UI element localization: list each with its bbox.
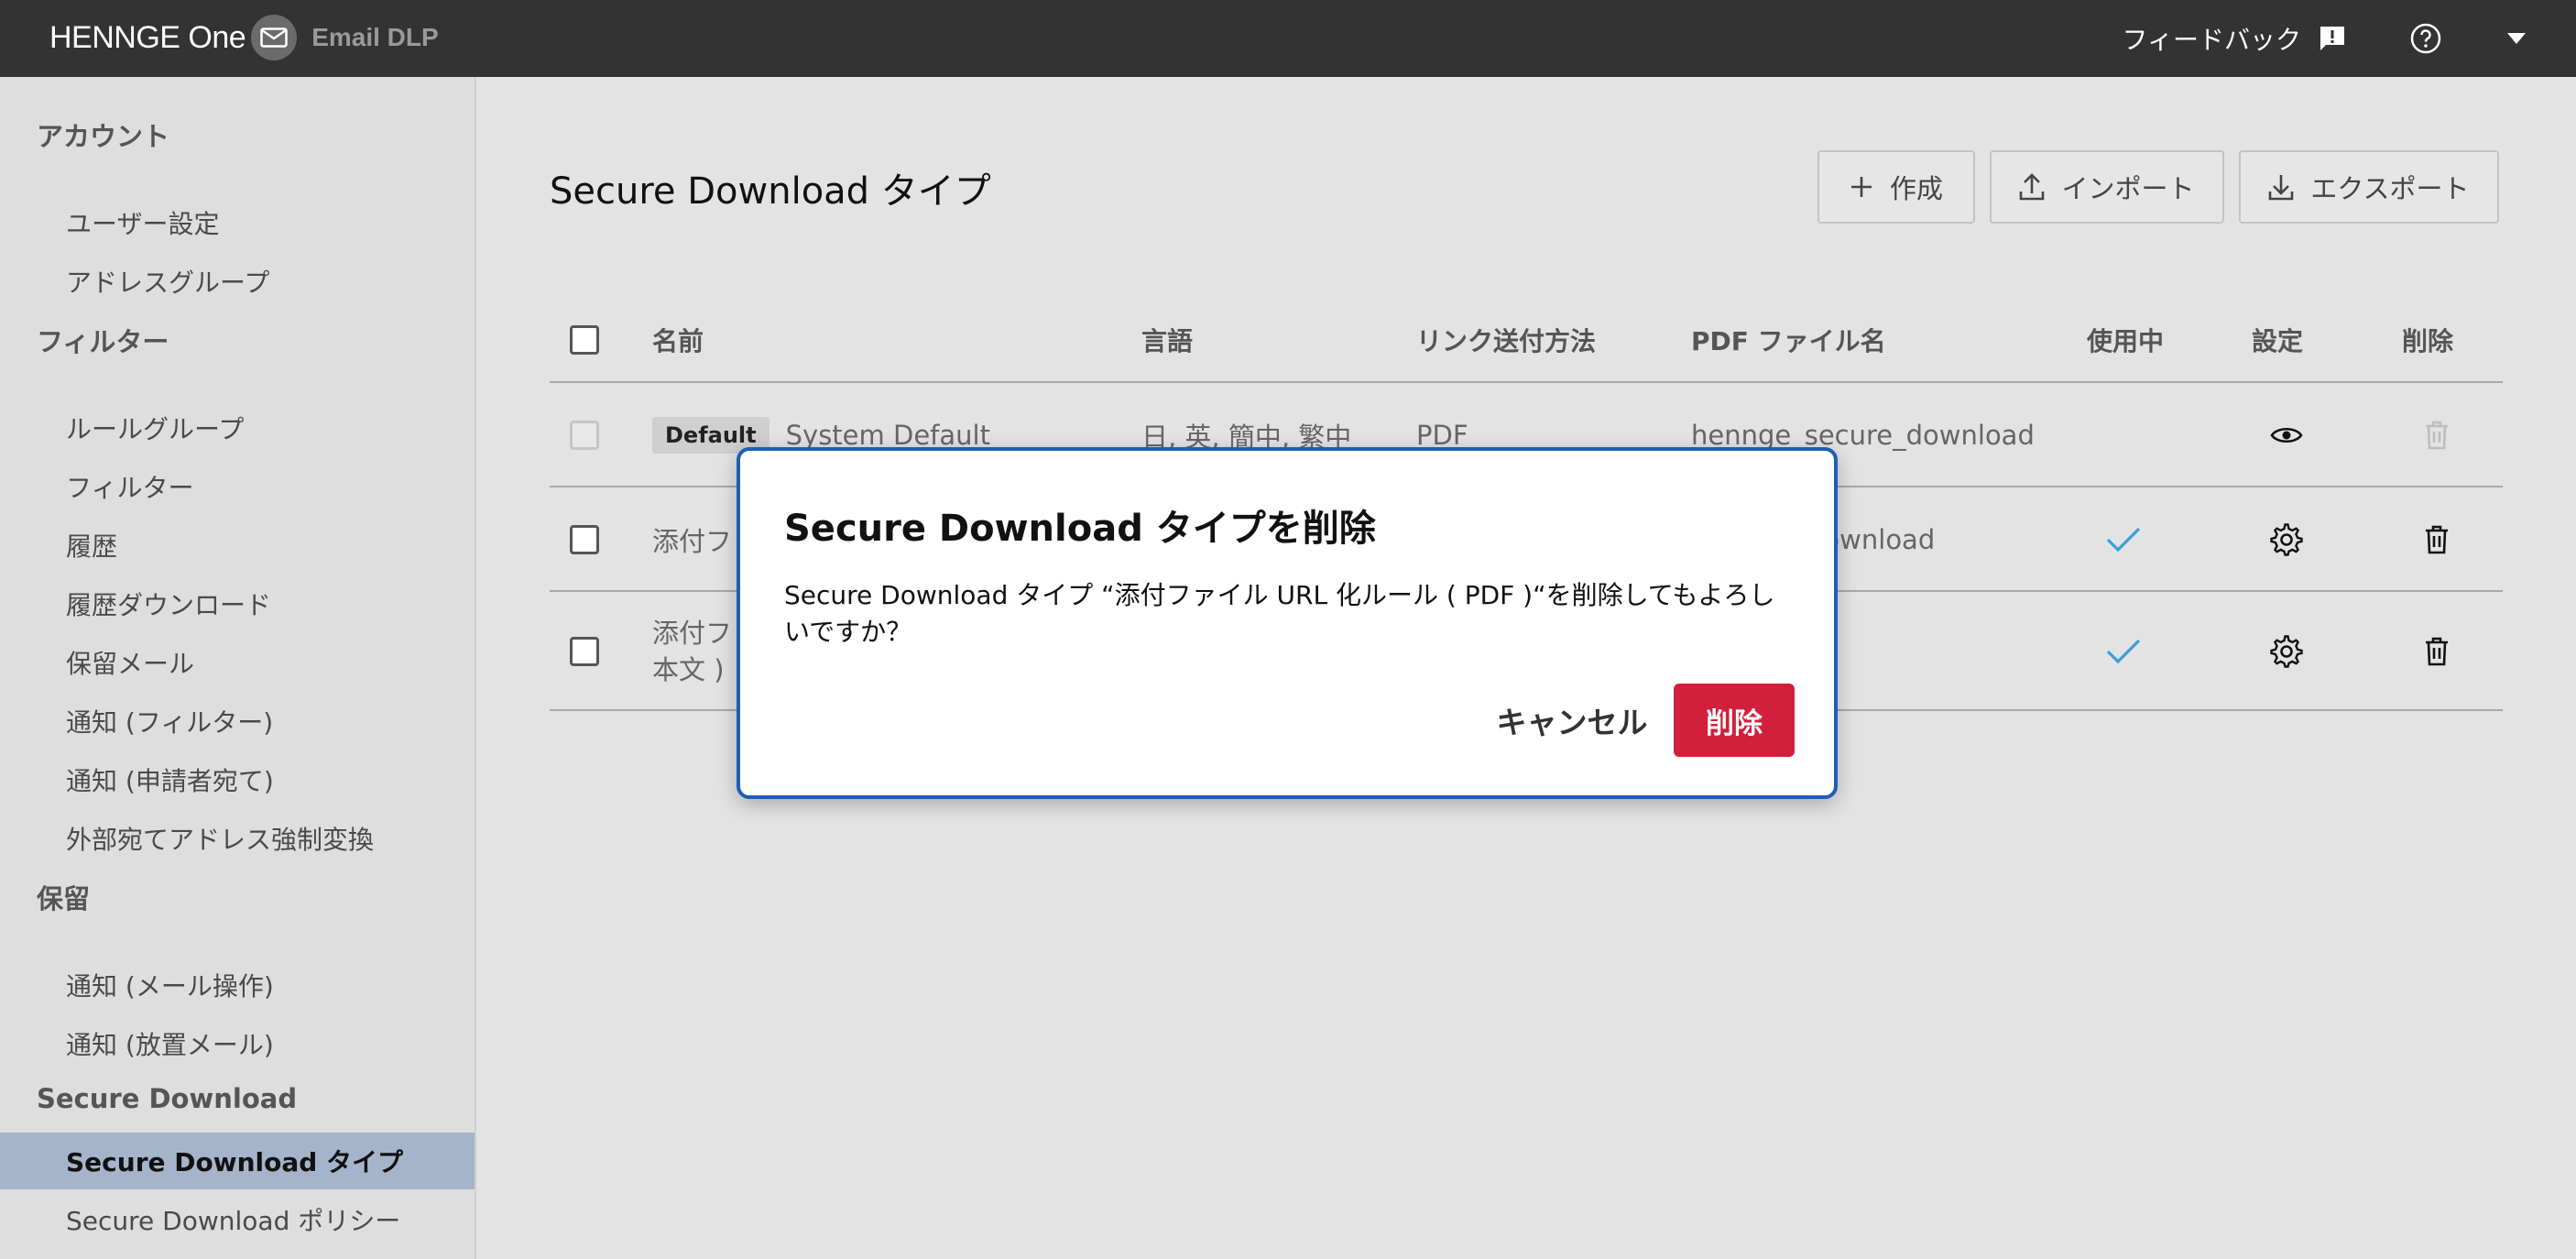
sidebar: アカウント ユーザー設定 アドレスグループ フィルター ルールグループ フィルタ… bbox=[0, 77, 476, 1259]
plus-icon bbox=[1850, 175, 1873, 199]
sidebar-item-address-group[interactable]: アドレスグループ bbox=[0, 253, 475, 310]
feedback-button[interactable]: フィードバック bbox=[2123, 20, 2347, 57]
sidebar-section-secure-download: Secure Download bbox=[37, 1083, 298, 1114]
row-checkbox[interactable] bbox=[570, 525, 599, 554]
sidebar-item-notify-mail-operation[interactable]: 通知 (メール操作) bbox=[0, 957, 475, 1013]
sidebar-item-history[interactable]: 履歴 bbox=[0, 517, 475, 574]
create-button[interactable]: 作成 bbox=[1817, 150, 1975, 224]
create-button-label: 作成 bbox=[1889, 173, 1943, 204]
dialog-message: Secure Download タイプ “添付ファイル URL 化ルール ( P… bbox=[784, 580, 1775, 647]
row-name-line1: 添付フ bbox=[652, 618, 733, 649]
cancel-button[interactable]: キャンセル bbox=[1462, 684, 1682, 757]
trash-icon bbox=[2400, 383, 2473, 487]
sidebar-item-external-address[interactable]: 外部宛てアドレス強制変換 bbox=[0, 810, 475, 867]
confirm-delete-button[interactable]: 削除 bbox=[1674, 684, 1795, 757]
export-button[interactable]: エクスポート bbox=[2239, 150, 2499, 224]
page-title: Secure Download タイプ bbox=[550, 170, 991, 213]
sidebar-item-held-mail[interactable]: 保留メール bbox=[0, 634, 475, 691]
sidebar-section-filter: フィルター bbox=[37, 326, 169, 357]
mail-icon bbox=[251, 15, 298, 60]
column-header-name[interactable]: 名前 bbox=[652, 297, 704, 383]
gear-icon[interactable] bbox=[2250, 592, 2323, 711]
column-header-settings: 設定 bbox=[2252, 326, 2304, 356]
caret-down-icon[interactable] bbox=[2506, 32, 2527, 45]
brand-name: HENNGE One bbox=[49, 19, 246, 55]
check-icon bbox=[2087, 592, 2160, 711]
row-name-line2: 本文 ) bbox=[652, 654, 725, 685]
sidebar-item-notify-filter[interactable]: 通知 (フィルター) bbox=[0, 693, 475, 750]
table-header: 名前 言語 リンク送付方法 PDF ファイル名 使用中 設定 削除 bbox=[550, 297, 2503, 383]
select-all-checkbox[interactable] bbox=[570, 325, 599, 355]
column-header-in-use: 使用中 bbox=[2087, 326, 2165, 356]
sidebar-item-secure-download-type[interactable]: Secure Download タイプ bbox=[0, 1133, 475, 1189]
sidebar-item-rule-group[interactable]: ルールグループ bbox=[0, 400, 475, 456]
row-checkbox[interactable] bbox=[570, 637, 599, 666]
download-icon bbox=[2268, 173, 2294, 201]
eye-icon[interactable] bbox=[2250, 383, 2323, 487]
sidebar-item-notify-abandoned-mail[interactable]: 通知 (放置メール) bbox=[0, 1015, 475, 1072]
column-header-link-method[interactable]: リンク送付方法 bbox=[1416, 297, 1596, 383]
column-header-delete: 削除 bbox=[2402, 326, 2454, 356]
trash-icon[interactable] bbox=[2400, 592, 2473, 711]
dialog-title: Secure Download タイプを削除 bbox=[784, 508, 1376, 550]
sidebar-item-history-download[interactable]: 履歴ダウンロード bbox=[0, 575, 475, 632]
sidebar-item-notify-applicant[interactable]: 通知 (申請者宛て) bbox=[0, 751, 475, 808]
export-button-label: エクスポート bbox=[2310, 173, 2470, 204]
import-button[interactable]: インポート bbox=[1990, 150, 2224, 224]
top-bar: HENNGE One Email DLP フィードバック bbox=[0, 0, 2576, 77]
upload-icon bbox=[2019, 173, 2045, 201]
trash-icon[interactable] bbox=[2400, 487, 2473, 592]
column-header-language[interactable]: 言語 bbox=[1141, 297, 1193, 383]
feedback-label: フィードバック bbox=[2122, 25, 2301, 55]
sidebar-item-user-settings[interactable]: ユーザー設定 bbox=[0, 194, 475, 251]
delete-confirm-dialog: Secure Download タイプを削除 Secure Download タ… bbox=[737, 447, 1838, 799]
column-header-pdf-filename[interactable]: PDF ファイル名 bbox=[1691, 297, 1886, 383]
row-checkbox bbox=[570, 421, 599, 450]
product-name: Email DLP bbox=[311, 23, 439, 51]
sidebar-item-filter[interactable]: フィルター bbox=[0, 458, 475, 515]
import-button-label: インポート bbox=[2061, 173, 2195, 204]
row-name: 添付フ bbox=[652, 526, 733, 557]
brand-logo[interactable]: HENNGE One Email DLP bbox=[49, 15, 439, 60]
feedback-icon bbox=[2318, 24, 2347, 53]
sidebar-section-hold: 保留 bbox=[37, 883, 91, 914]
check-icon bbox=[2087, 487, 2160, 592]
help-circle-icon[interactable] bbox=[2409, 22, 2442, 55]
sidebar-section-account: アカウント bbox=[37, 121, 170, 152]
gear-icon[interactable] bbox=[2250, 487, 2323, 592]
row-name: System Default bbox=[785, 420, 990, 451]
sidebar-item-secure-download-policy[interactable]: Secure Download ポリシー bbox=[0, 1191, 475, 1248]
